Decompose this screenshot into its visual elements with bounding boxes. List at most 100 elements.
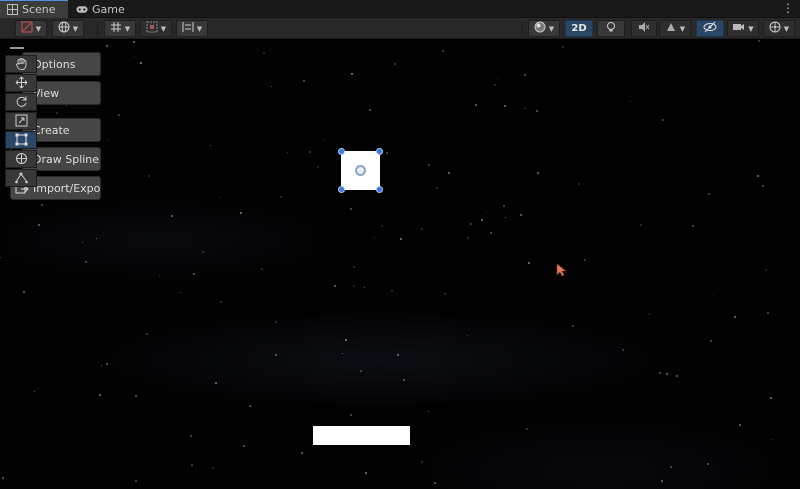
star-dot <box>708 193 710 195</box>
rect-handle-bottom-right[interactable] <box>376 186 383 193</box>
hand-tool[interactable] <box>5 55 37 73</box>
align-dropdown[interactable]: ▼ <box>176 20 208 37</box>
toolbar-separator <box>522 22 523 35</box>
increment-snap-dropdown[interactable]: ▼ <box>140 20 172 37</box>
star-dot <box>271 86 272 87</box>
star-dot <box>99 394 101 396</box>
rect-handle-top-left[interactable] <box>338 148 345 155</box>
gizmos-dropdown[interactable]: ▼ <box>763 20 795 37</box>
tab-options-menu-icon[interactable]: ⋮ <box>782 2 794 14</box>
star-dot <box>467 237 469 239</box>
star-dot <box>670 466 672 468</box>
mouse-cursor-icon <box>556 262 567 281</box>
rect-handle-bottom-left[interactable] <box>338 186 345 193</box>
chevron-down-icon: ▼ <box>35 24 42 33</box>
camera-settings-dropdown[interactable]: ▼ <box>727 20 759 37</box>
draw-spline-label: Draw Spline <box>33 152 100 166</box>
star-dot <box>661 480 663 482</box>
global-local-dropdown[interactable]: ▼ <box>52 20 84 37</box>
create-label: Create <box>33 123 70 137</box>
rotate-tool[interactable] <box>5 93 37 111</box>
star-dot <box>475 104 477 106</box>
star-dot <box>757 175 759 177</box>
star-dot <box>434 482 436 484</box>
mode-2d-label: 2D <box>571 23 587 34</box>
star-dot <box>342 353 343 354</box>
star-dot <box>34 391 35 392</box>
star-dot <box>118 114 120 116</box>
effects-dropdown[interactable]: ▼ <box>659 20 691 37</box>
star-dot <box>220 197 221 198</box>
star-dot <box>504 105 506 107</box>
star-dot <box>381 225 383 227</box>
scene-visibility-toggle[interactable] <box>696 20 724 37</box>
star-dot <box>503 205 505 207</box>
star-dot <box>360 370 362 372</box>
star-dot <box>676 375 678 377</box>
star-dot <box>640 224 642 226</box>
lighting-toggle[interactable] <box>597 20 625 37</box>
star-dot <box>490 232 492 234</box>
star-dot <box>2 477 4 479</box>
scene-viewport[interactable] <box>0 40 800 489</box>
move-tool[interactable] <box>5 74 37 92</box>
star-dot <box>528 262 530 264</box>
rect-tool[interactable] <box>5 131 37 149</box>
effects-icon <box>665 21 677 36</box>
draw-mode-dropdown[interactable]: ▼ <box>15 20 47 37</box>
tab-scene[interactable]: Scene <box>0 0 68 18</box>
star-dot <box>193 273 195 275</box>
star-dot <box>467 335 468 336</box>
star-dot <box>630 101 631 102</box>
star-dot <box>148 175 150 177</box>
star-dot <box>309 151 311 153</box>
pivot-handle[interactable] <box>355 165 366 176</box>
star-dot <box>287 152 288 153</box>
star-dot <box>386 152 388 154</box>
shading-mode-dropdown[interactable]: ▼ <box>528 20 560 37</box>
transform-tool[interactable] <box>5 150 37 168</box>
star-dot <box>82 242 83 243</box>
star-dot <box>394 63 396 65</box>
star-dot <box>106 45 108 47</box>
star-dot <box>351 73 353 75</box>
star-dot <box>353 285 355 287</box>
spline-tool[interactable] <box>5 169 37 187</box>
star-dot <box>220 301 222 303</box>
audio-toggle[interactable] <box>631 20 657 37</box>
star-dot <box>106 363 108 365</box>
tab-scene-label: Scene <box>22 3 56 16</box>
star-dot <box>61 433 62 434</box>
tool-overlay-grip[interactable] <box>10 47 24 49</box>
star-dot <box>280 196 282 198</box>
star-dot <box>522 43 523 44</box>
star-dot <box>762 185 764 187</box>
star-dot <box>190 435 192 437</box>
star-dot <box>400 238 402 240</box>
star-dot <box>345 339 347 341</box>
star-dot <box>428 164 430 166</box>
star-dot <box>350 414 352 416</box>
star-dot <box>261 268 263 270</box>
rect-handle-top-right[interactable] <box>376 148 383 155</box>
star-dot <box>364 287 365 288</box>
star-dot <box>767 312 769 314</box>
hand-icon <box>15 55 28 74</box>
star-dot <box>249 405 251 407</box>
star-dot <box>159 275 160 276</box>
star-dot <box>710 340 712 342</box>
star-dot <box>758 40 760 42</box>
mode-2d-toggle[interactable]: 2D <box>565 20 593 37</box>
tab-bar: Scene Game ⋮ <box>0 0 800 18</box>
scale-tool[interactable] <box>5 112 37 130</box>
rotate-icon <box>15 93 28 112</box>
starfield-background <box>0 40 800 489</box>
star-dot <box>317 166 319 168</box>
visibility-off-icon <box>703 21 717 36</box>
paddle-sprite[interactable] <box>313 426 410 445</box>
tab-game[interactable]: Game <box>70 0 132 18</box>
import-export-label: Import/Export <box>33 181 101 195</box>
align-icon <box>182 21 194 36</box>
grid-snapping-dropdown[interactable]: ▼ <box>104 20 136 37</box>
star-dot <box>234 486 235 487</box>
